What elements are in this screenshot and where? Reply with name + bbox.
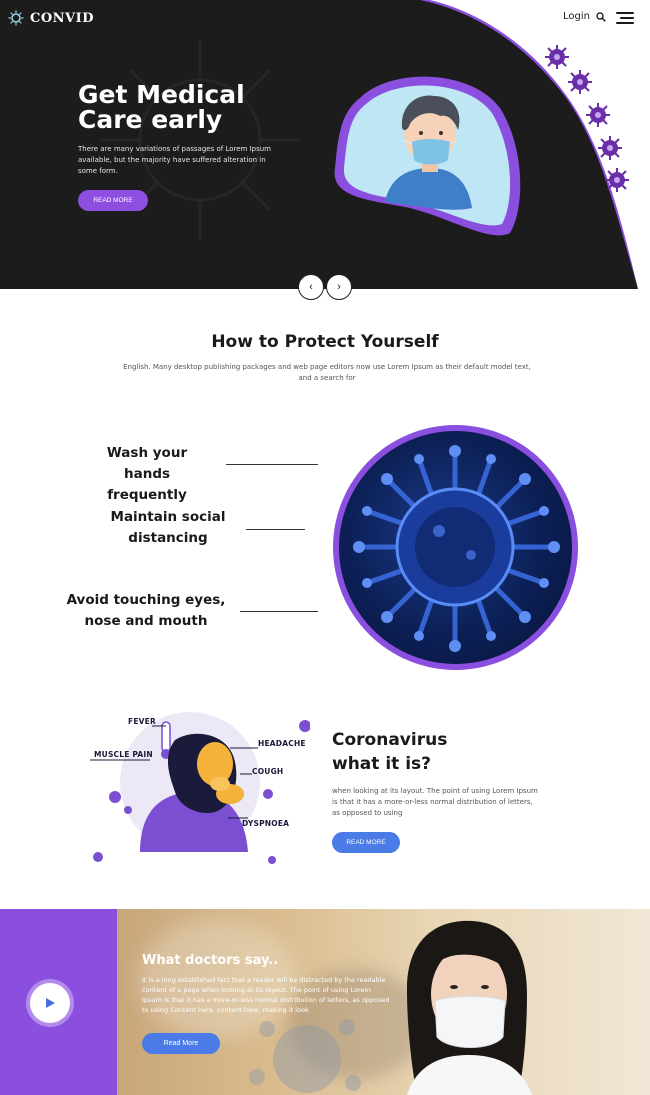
sick-woman-illustration: [90, 712, 310, 864]
menu-bar: [616, 12, 634, 14]
symptom-fever: FEVER: [128, 717, 156, 726]
brand-name: CONVID: [30, 10, 94, 26]
brand-logo[interactable]: CONVID: [8, 10, 94, 26]
menu-bar: [616, 22, 634, 24]
virus-image-circle: [333, 425, 578, 670]
coronavirus-description: when looking at its layout. The point of…: [332, 787, 538, 817]
symptom-muscle-pain: MUSCLE PAIN: [94, 750, 153, 759]
symptom-headache: HEADACHE: [258, 739, 306, 748]
play-video-button[interactable]: [30, 983, 70, 1023]
tip-line2: distancing: [128, 530, 208, 546]
hamburger-menu-icon[interactable]: [616, 12, 634, 25]
slider-next-button[interactable]: ›: [326, 274, 352, 300]
tip-line1: Avoid touching eyes,: [66, 592, 226, 608]
tip-line1: Maintain social: [110, 509, 226, 525]
tip-wash-hands: Wash your hands frequently: [82, 443, 212, 506]
masked-boy-illustration: [334, 76, 521, 236]
tip-connector-line: [240, 611, 318, 612]
coronavirus-icon: [353, 445, 560, 652]
hero-description: There are many variations of passages of…: [78, 145, 271, 175]
hero-read-more-button[interactable]: READ MORE: [78, 190, 148, 211]
tip-connector-line: [226, 464, 318, 465]
virus-logo-icon: [8, 10, 24, 26]
hero-title-line2: Care early: [78, 105, 223, 134]
play-icon: [46, 998, 55, 1008]
protect-section-subtitle: English. Many desktop publishing package…: [123, 363, 531, 382]
menu-bar: [620, 17, 634, 19]
tip-avoid-touching: Avoid touching eyes, nose and mouth: [66, 590, 226, 632]
tip-connector-line: [246, 529, 305, 530]
doctors-title: What doctors say..: [142, 953, 279, 968]
symptom-cough: COUGH: [252, 767, 284, 776]
coronavirus-title: Coronavirus what it is?: [332, 728, 532, 776]
login-link[interactable]: Login: [563, 11, 590, 22]
virus-particles-graphic: [545, 45, 629, 192]
protect-section-title: How to Protect Yourself: [211, 332, 439, 352]
tip-line2: hands frequently: [107, 466, 187, 503]
coronavirus-read-more-button[interactable]: READ MORE: [332, 832, 400, 853]
coronavirus-title-line2: what it is?: [332, 754, 432, 774]
hero-section: CONVID Login Get Medical Care early Ther…: [0, 0, 650, 289]
top-navbar: CONVID Login: [0, 0, 650, 38]
search-icon[interactable]: [596, 12, 606, 22]
tip-line2: nose and mouth: [84, 613, 208, 629]
slider-prev-button[interactable]: ‹: [298, 274, 324, 300]
doctors-read-more-button[interactable]: Read More: [142, 1033, 220, 1054]
tip-social-distancing: Maintain social distancing: [104, 507, 232, 549]
symptom-dyspnoea: DYSPNOEA: [242, 819, 290, 828]
virus-image: [339, 431, 572, 664]
doctors-quote: It is a long established fact that a rea…: [142, 976, 390, 1014]
tip-line1: Wash your: [106, 445, 188, 461]
hero-title: Get Medical Care early: [78, 82, 298, 132]
coronavirus-title-line1: Coronavirus: [332, 730, 448, 750]
